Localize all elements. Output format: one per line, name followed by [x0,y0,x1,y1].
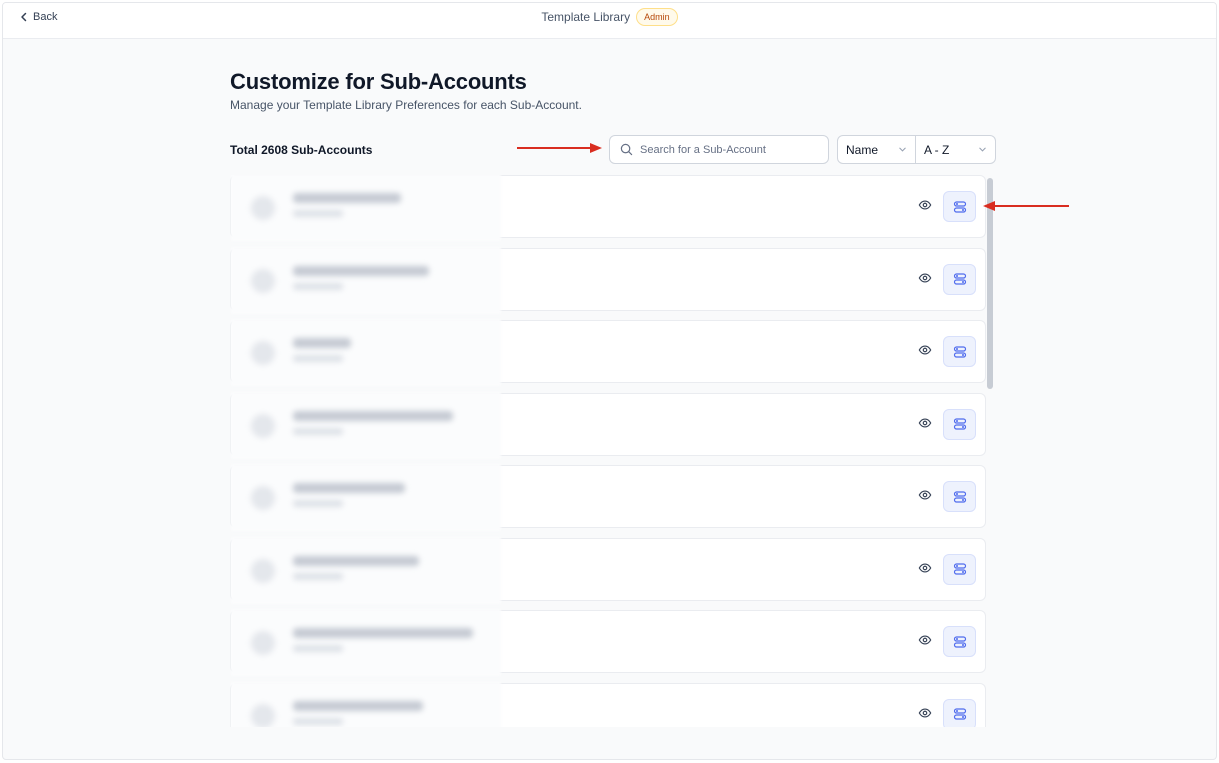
redacted-account-name [293,483,405,493]
avatar [251,268,275,293]
total-count: Total 2608 Sub-Accounts [230,143,373,157]
settings-toggle-icon [953,418,966,430]
list-item [230,681,986,727]
sort-order-select[interactable]: A - Z [916,135,996,164]
list-item [230,246,986,314]
redacted-account-name [293,410,453,421]
redacted-account-name [293,338,351,348]
chevron-down-icon [899,147,906,152]
sort-field-select[interactable]: Name [837,135,916,164]
redacted-account-name [293,193,401,203]
redacted-account-detail [293,717,343,725]
redacted-account-name [293,265,429,276]
admin-badge: Admin [636,8,678,26]
avatar [251,341,275,365]
eye-icon[interactable] [918,488,932,502]
settings-toggle-icon [953,708,966,720]
avatar [251,413,275,438]
configure-button[interactable] [943,553,976,585]
redacted-account-detail [293,500,343,507]
sort-order-value: A - Z [924,142,950,157]
eye-icon[interactable] [918,561,932,575]
redacted-account-detail [293,210,343,217]
list-item [230,175,986,241]
search-box[interactable] [609,135,829,164]
configure-button[interactable] [943,263,976,295]
page-subtitle: Manage your Template Library Preferences… [230,98,582,112]
settings-toggle-icon [953,273,966,285]
redacted-account-detail [293,282,343,290]
configure-button[interactable] [943,336,976,367]
avatar [251,486,275,510]
redacted-account-name [293,700,423,711]
list-item [230,536,986,604]
page-title: Customize for Sub-Accounts [230,69,527,94]
list-item [230,391,986,459]
redacted-account-name [293,628,473,638]
redacted-account-detail [293,427,343,435]
page-header-title: Template Library Admin [3,8,1216,26]
eye-icon[interactable] [918,633,932,647]
avatar [251,703,275,727]
eye-icon[interactable] [918,343,932,357]
annotation-arrow-left-icon [983,201,1069,211]
search-icon [620,143,633,156]
eye-icon[interactable] [918,416,932,430]
redacted-account-name [293,555,419,566]
redacted-account-detail [293,645,343,652]
list-item [230,464,986,531]
settings-toggle-icon [953,345,966,358]
avatar [251,558,275,583]
redacted-account-detail [293,572,343,580]
list-item [230,319,986,386]
avatar [251,196,275,220]
chevron-down-icon [979,147,986,152]
eye-icon[interactable] [918,198,932,212]
sub-account-list [230,175,986,727]
settings-toggle-icon [953,563,966,575]
redacted-account-detail [293,355,343,362]
eye-icon[interactable] [918,271,932,285]
configure-button[interactable] [943,481,976,512]
configure-button[interactable] [943,408,976,440]
eye-icon[interactable] [918,706,932,720]
annotation-arrow-right-icon [517,143,602,153]
app-title: Template Library [541,10,631,24]
search-input[interactable] [640,143,810,156]
configure-button[interactable] [943,191,976,222]
configure-button[interactable] [943,626,976,657]
list-item [230,609,986,676]
settings-toggle-icon [953,200,966,213]
configure-button[interactable] [943,698,976,727]
avatar [251,631,275,655]
settings-toggle-icon [953,490,966,503]
sort-field-value: Name [846,142,879,157]
top-bar: Back Template Library Admin [3,3,1216,39]
app-window: Back Template Library Admin Customize fo… [2,2,1217,760]
settings-toggle-icon [953,635,966,648]
